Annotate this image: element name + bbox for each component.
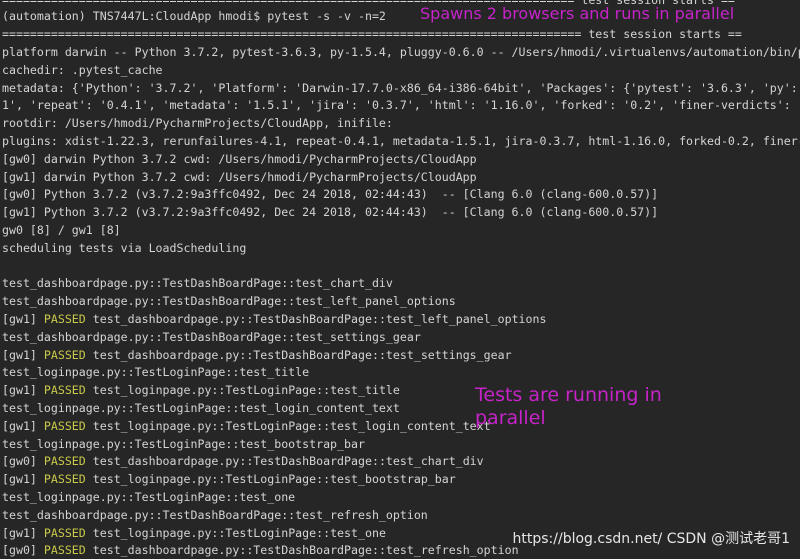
- test-line: test_loginpage.py::TestLoginPage::test_t…: [2, 363, 800, 381]
- test-line-text: test_loginpage.py::TestLoginPage::test_l…: [2, 401, 400, 415]
- test-line-text: test_dashboardpage.py::TestDashBoardPage…: [2, 507, 428, 522]
- test-line: [gw1] PASSED test_dashboardpage.py::Test…: [2, 310, 800, 328]
- terminal-window[interactable]: ========================================…: [0, 0, 800, 558]
- test-line-text: [gw1]: [2, 418, 44, 433]
- test-line-text: [gw0]: [2, 543, 44, 558]
- output-line: cachedir: .pytest_cache: [2, 62, 163, 77]
- test-line-text: test_loginpage.py::TestLoginPage::test_b…: [2, 436, 365, 451]
- test-name: test_loginpage.py::TestLoginPage::test_l…: [85, 418, 491, 433]
- passed-status: PASSED: [43, 472, 86, 487]
- output-line: 1', 'repeat': '0.4.1', 'metadata': '1.5.…: [2, 98, 800, 113]
- test-line-text: [gw1]: [2, 383, 44, 398]
- test-line: [gw0] PASSED test_dashboardpage.py::Test…: [2, 452, 800, 470]
- test-name: test_loginpage.py::TestLoginPage::test_b…: [85, 472, 456, 487]
- test-line: test_loginpage.py::TestLoginPage::test_b…: [2, 435, 800, 453]
- test-line-text: [gw1]: [2, 472, 44, 487]
- spawn-annotation: Spawns 2 browsers and runs in parallel: [420, 4, 735, 23]
- output-line: test_dashboardpage.py::TestDashBoardPage…: [2, 294, 456, 309]
- test-name: test_dashboardpage.py::TestDashBoardPage…: [85, 312, 547, 326]
- output-line: [gw0] darwin Python 3.7.2 cwd: /Users/hm…: [2, 151, 477, 166]
- test-name: test_dashboardpage.py::TestDashBoardPage…: [85, 543, 519, 558]
- test-line-text: test_loginpage.py::TestLoginPage::test_t…: [2, 365, 310, 380]
- test-line-text: [gw1]: [2, 347, 44, 362]
- test-name: test_dashboardpage.py::TestDashBoardPage…: [85, 454, 484, 469]
- test-line-text: test_dashboardpage.py::TestDashBoardPage…: [2, 329, 421, 344]
- session-separator: ========================================…: [2, 27, 742, 41]
- output-line: gw0 [8] / gw1 [8]: [2, 223, 121, 237]
- output-line: scheduling tests via LoadScheduling: [2, 240, 247, 255]
- test-line: test_loginpage.py::TestLoginPage::test_o…: [2, 488, 800, 506]
- test-line-text: [gw0]: [2, 454, 44, 469]
- output-line: platform darwin -- Python 3.7.2, pytest-…: [2, 45, 800, 59]
- output-line: rootdir: /Users/hmodi/PycharmProjects/Cl…: [2, 116, 393, 131]
- test-line: test_dashboardpage.py::TestDashBoardPage…: [2, 506, 800, 524]
- test-name: test_loginpage.py::TestLoginPage::test_o…: [85, 525, 386, 540]
- output-line: [gw1] Python 3.7.2 (v3.7.2:9a3ffc0492, D…: [2, 205, 659, 220]
- passed-status: PASSED: [43, 383, 86, 398]
- test-name: test_dashboardpage.py::TestDashBoardPage…: [85, 347, 512, 362]
- test-line-text: test_loginpage.py::TestLoginPage::test_o…: [2, 490, 296, 504]
- output-line: metadata: {'Python': '3.7.2', 'Platform'…: [2, 80, 798, 95]
- output-line: [gw0] Python 3.7.2 (v3.7.2:9a3ffc0492, D…: [2, 187, 659, 202]
- test-line: [gw1] PASSED test_dashboardpage.py::Test…: [2, 346, 800, 364]
- test-line-text: [gw1]: [2, 312, 44, 326]
- passed-status: PASSED: [43, 525, 86, 540]
- output-line: test_dashboardpage.py::TestDashBoardPage…: [2, 276, 393, 291]
- passed-status: PASSED: [43, 543, 86, 558]
- test-line: [gw1] PASSED test_loginpage.py::TestLogi…: [2, 470, 800, 488]
- output-line: [gw1] darwin Python 3.7.2 cwd: /Users/hm…: [2, 169, 477, 184]
- watermark: https://blog.csdn.net/ CSDN @测试老哥1: [512, 531, 790, 547]
- test-line: test_dashboardpage.py::TestDashBoardPage…: [2, 328, 800, 346]
- passed-status: PASSED: [43, 454, 86, 469]
- output-line: plugins: xdist-1.22.3, rerunfailures-4.1…: [2, 134, 800, 148]
- passed-status: PASSED: [43, 418, 86, 433]
- passed-status: PASSED: [43, 312, 86, 326]
- parallel-annotation: Tests are running in parallel: [475, 384, 662, 429]
- test-name: test_loginpage.py::TestLoginPage::test_t…: [85, 383, 400, 398]
- passed-status: PASSED: [43, 347, 86, 362]
- test-line-text: [gw1]: [2, 525, 44, 540]
